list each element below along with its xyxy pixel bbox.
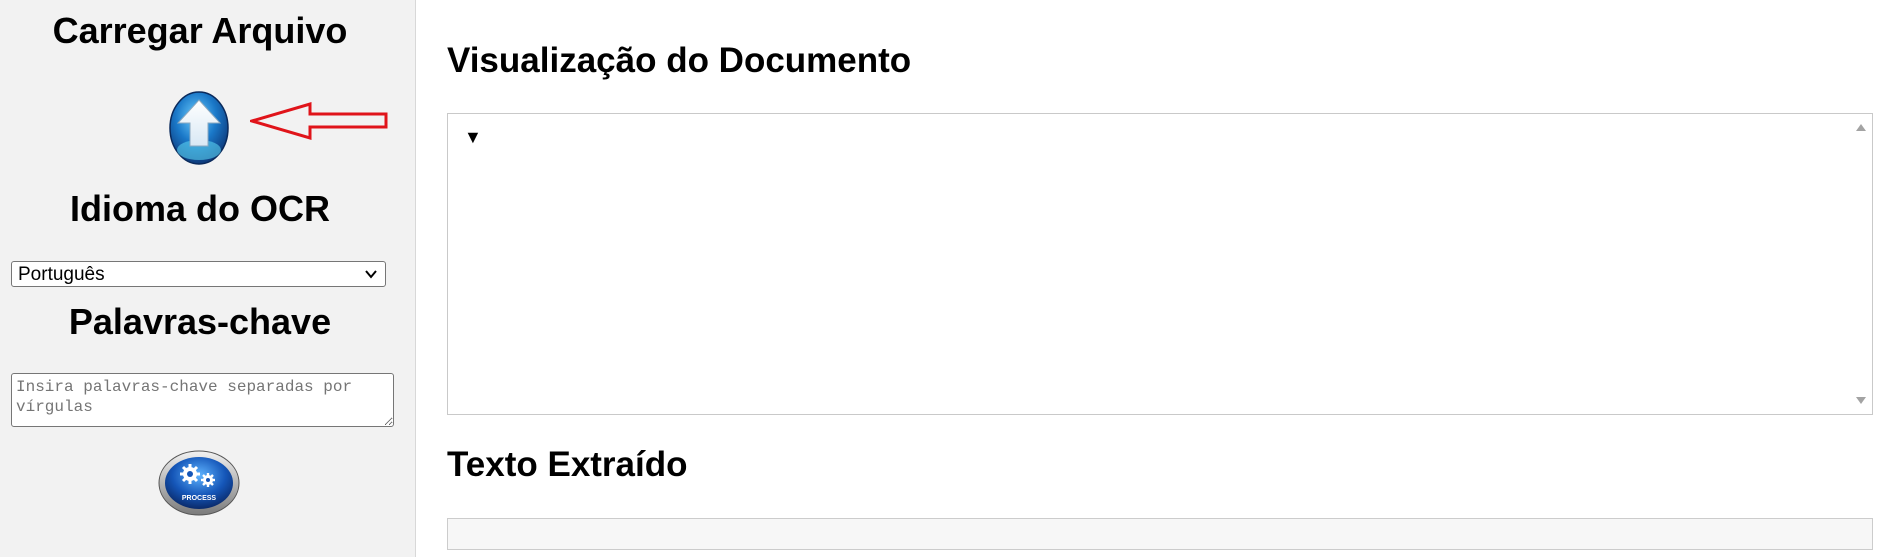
document-preview-heading: Visualização do Documento <box>447 41 912 80</box>
keywords-input[interactable] <box>11 373 394 427</box>
scroll-up-icon[interactable] <box>1856 123 1866 131</box>
ocr-language-heading: Idioma do OCR <box>70 188 330 229</box>
upload-arrow-icon[interactable] <box>168 90 230 166</box>
process-button[interactable]: PROCESS <box>158 450 240 516</box>
upload-heading: Carregar Arquivo <box>52 10 348 51</box>
preview-scrollbar[interactable] <box>1850 114 1872 414</box>
scroll-down-icon[interactable] <box>1856 397 1866 405</box>
process-label: PROCESS <box>182 495 217 502</box>
ocr-language-select[interactable]: Português <box>11 261 386 287</box>
sidebar: Carregar Arquivo Idioma do OCR Português <box>0 0 416 557</box>
preview-toggle-icon[interactable]: ▼ <box>464 128 482 146</box>
keywords-heading: Palavras-chave <box>68 301 332 342</box>
extracted-text-output[interactable] <box>447 518 1873 550</box>
document-preview-frame[interactable]: ▼ <box>447 113 1873 415</box>
main-content: Visualização do Documento ▼ Texto Extraí… <box>417 0 1881 557</box>
ocr-language-dropdown[interactable]: Português <box>11 261 386 287</box>
extracted-text-heading: Texto Extraído <box>447 445 688 484</box>
annotation-arrow <box>250 101 388 141</box>
